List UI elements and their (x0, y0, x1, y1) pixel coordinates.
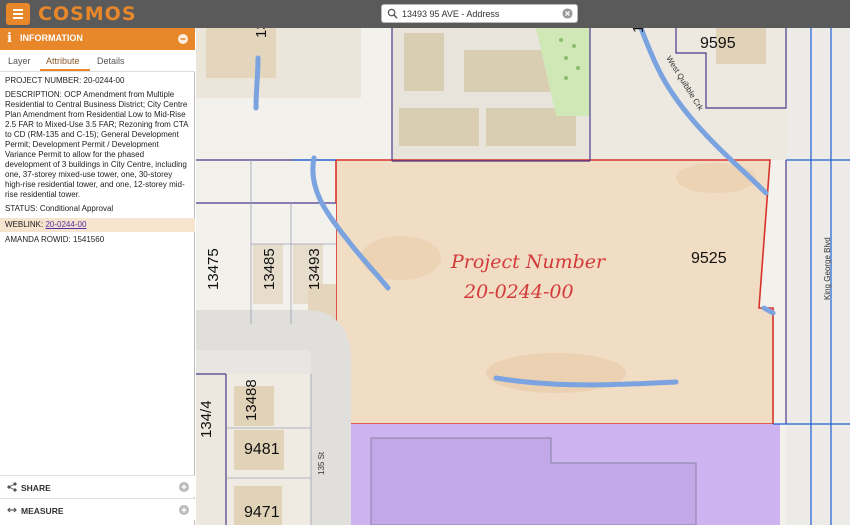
hamburger-icon (13, 9, 23, 11)
clear-icon[interactable] (562, 8, 573, 19)
address-13-top-right: 13 (630, 28, 647, 33)
app-logo: COSMOS (38, 3, 137, 25)
address-9525: 9525 (691, 250, 727, 267)
expand-share-icon[interactable] (179, 482, 189, 492)
panel-tabs: Layer Attribute Details (0, 50, 195, 72)
king-george-corridor (786, 28, 850, 525)
active-tab-indicator (40, 69, 90, 71)
address-13485: 13485 (261, 248, 278, 290)
address-9471: 9471 (244, 504, 280, 521)
amanda-rowid: AMANDA ROWID: 1541560 (5, 235, 105, 244)
address-13475: 13475 (205, 248, 222, 290)
annotation-line2: 20-0244-00 (463, 281, 574, 303)
address-13493: 13493 (306, 248, 323, 290)
top-bar: COSMOS (0, 0, 850, 28)
share-label: SHARE (21, 483, 51, 493)
address-9481: 9481 (244, 441, 280, 458)
address-9595: 9595 (700, 35, 736, 52)
street-king-george: King George Blvd (823, 237, 832, 300)
description: DESCRIPTION: OCP Amendment from Multiple… (5, 90, 189, 199)
search-input[interactable] (402, 6, 552, 21)
measure-section[interactable]: MEASURE (0, 498, 195, 520)
weblink-link[interactable]: 20-0244-00 (45, 220, 86, 229)
map-view[interactable]: Project Number 20-0244-00 9525 9595 9481… (196, 28, 850, 525)
tab-attribute[interactable]: Attribute (46, 56, 80, 66)
share-icon (7, 482, 17, 492)
building (399, 108, 479, 146)
info-icon: i (7, 31, 12, 46)
tab-layer[interactable]: Layer (8, 56, 31, 66)
share-section[interactable]: SHARE (0, 475, 195, 497)
expand-measure-icon[interactable] (179, 505, 189, 515)
menu-button[interactable] (6, 3, 30, 25)
project-number: PROJECT NUMBER: 20-0244-00 (5, 76, 125, 85)
map-canvas[interactable]: Project Number 20-0244-00 9525 9595 9481… (196, 28, 850, 525)
address-13488: 13488 (243, 379, 260, 421)
search-box[interactable] (381, 4, 578, 23)
annotation-line1: Project Number (450, 251, 607, 273)
weblink-row: WEBLINK: 20-0244-00 (0, 218, 195, 232)
attribute-content: PROJECT NUMBER: 20-0244-00 DESCRIPTION: … (0, 76, 195, 245)
panel-title: INFORMATION (20, 33, 83, 43)
measure-label: MEASURE (21, 506, 64, 516)
tab-details[interactable]: Details (97, 56, 125, 66)
address-13-top: 13 (253, 28, 270, 38)
building (464, 50, 554, 92)
measure-icon (7, 507, 17, 513)
address-13474: 134/4 (198, 400, 215, 438)
status: STATUS: Conditional Approval (5, 204, 114, 213)
building (404, 33, 444, 91)
information-panel: i INFORMATION Layer Attribute Details PR… (0, 28, 195, 525)
panel-header: i INFORMATION (0, 28, 195, 50)
search-icon (387, 8, 398, 19)
collapse-icon[interactable] (178, 34, 188, 44)
weblink-label: WEBLINK: (5, 220, 44, 229)
street-135-st: 135 St (317, 451, 326, 475)
